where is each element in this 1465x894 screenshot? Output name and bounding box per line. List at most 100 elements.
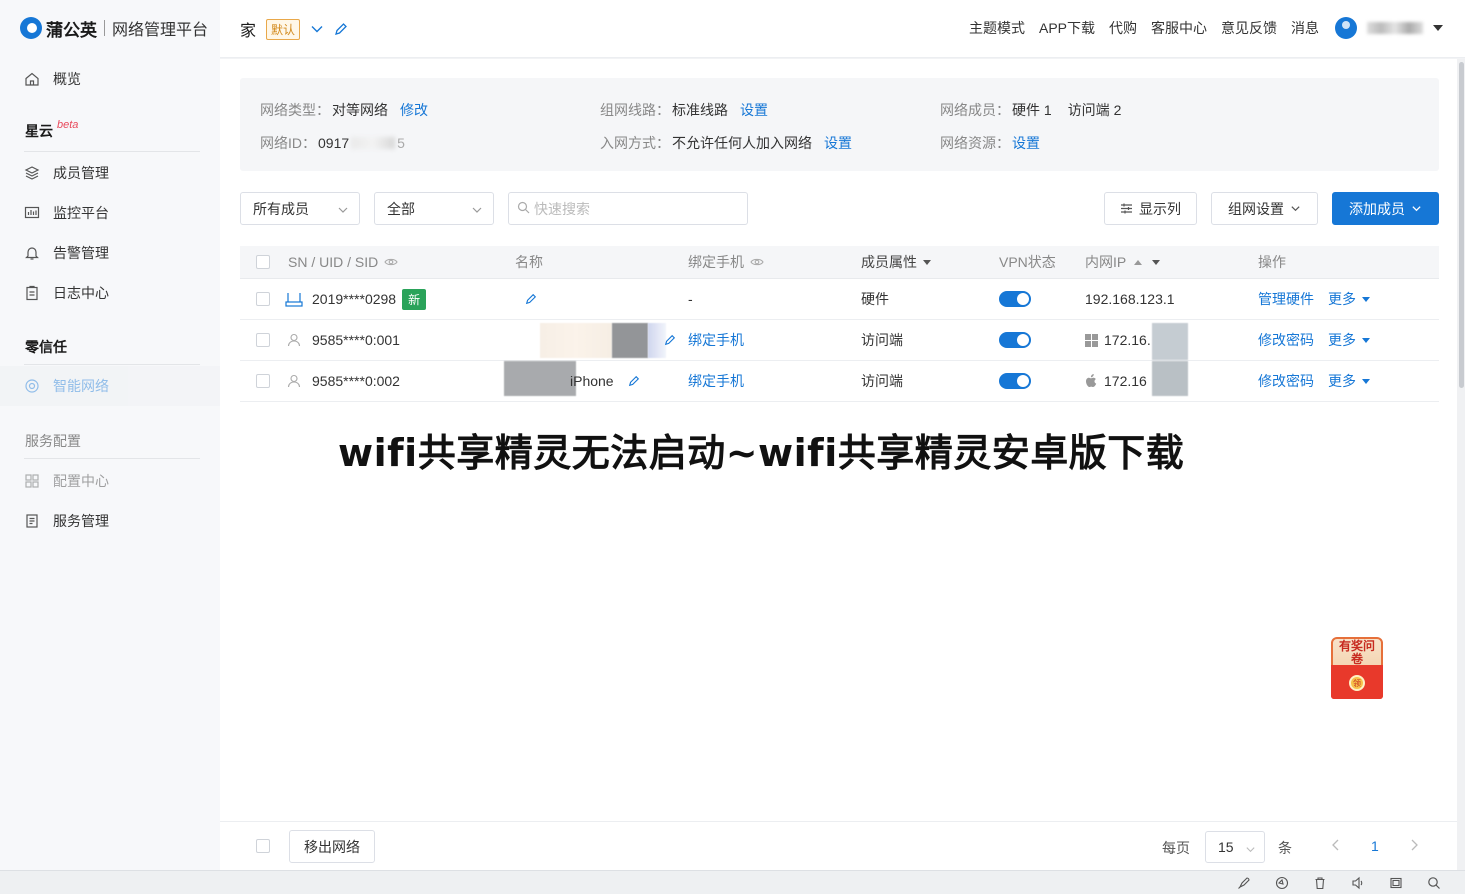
col-phone: 绑定手机	[688, 246, 764, 278]
sidebar-item-label: 配置中心	[53, 473, 109, 489]
vpn-cell	[999, 279, 1031, 319]
row-checkbox-cell	[256, 279, 270, 319]
vpn-toggle[interactable]	[999, 373, 1031, 389]
vpn-toggle[interactable]	[999, 291, 1031, 307]
button-label: 添加成员	[1349, 200, 1405, 217]
avatar[interactable]	[1335, 17, 1357, 39]
username-redacted[interactable]	[1367, 22, 1423, 34]
sidebar-item-alerts[interactable]: 告警管理	[0, 233, 220, 273]
sidebar-item-label: 智能网络	[53, 378, 109, 394]
rocket-icon[interactable]	[1237, 876, 1251, 890]
toolbar: 所有成员 全部 显示列 组网设置 添加成员	[240, 192, 1439, 225]
table-row[interactable]: 9585****0:002 iPhone 绑定手机 访问端 172.16 修改密…	[240, 361, 1439, 402]
col-attr[interactable]: 成员属性	[861, 246, 931, 278]
sidebar-item-overview[interactable]: 概览	[0, 59, 220, 99]
edit-name-icon[interactable]	[664, 320, 676, 360]
value: 对等网络	[332, 102, 388, 118]
select-all-checkbox[interactable]	[256, 255, 270, 269]
network-switcher[interactable]: 家 默认	[240, 17, 348, 41]
ip-value: 172.16	[1104, 373, 1147, 389]
row-checkbox[interactable]	[256, 333, 270, 347]
table-row[interactable]: 9585****0:001 绑定手机 访问端 172.16. 修改密码 更多	[240, 320, 1439, 361]
purchase-link[interactable]: 代购	[1109, 18, 1137, 38]
remove-from-network-button[interactable]: 移出网络	[289, 830, 375, 863]
app-download-link[interactable]: APP下载	[1039, 18, 1095, 38]
sidebar-item-logs[interactable]: 日志中心	[0, 273, 220, 313]
user-icon	[286, 320, 302, 360]
filter-caret-icon	[923, 259, 931, 265]
join-settings-link[interactable]: 设置	[824, 133, 852, 153]
route-settings-link[interactable]: 设置	[740, 100, 768, 120]
bind-phone-link[interactable]: 绑定手机	[688, 371, 744, 391]
sidebar-item-config-center[interactable]: 配置中心	[0, 461, 220, 501]
search-icon[interactable]	[1427, 876, 1441, 890]
bind-phone-link[interactable]: 绑定手机	[688, 330, 744, 350]
default-badge: 默认	[266, 18, 301, 40]
show-columns-button[interactable]: 显示列	[1104, 192, 1197, 225]
scrollbar-thumb[interactable]	[1459, 62, 1464, 388]
change-password-link[interactable]: 修改密码	[1258, 330, 1314, 350]
more-link[interactable]: 更多	[1328, 330, 1356, 350]
member-filter-select[interactable]: 所有成员	[240, 192, 360, 225]
footer-select-all	[256, 839, 270, 853]
bind-phone-cell: 绑定手机	[688, 320, 744, 360]
button-label: 移出网络	[304, 838, 360, 855]
manage-hardware-link[interactable]: 管理硬件	[1258, 289, 1314, 309]
chevron-down-icon[interactable]	[310, 22, 324, 36]
join-mode: 入网方式： 不允许任何人加入网络 设置	[600, 133, 852, 153]
support-center-link[interactable]: 客服中心	[1151, 18, 1207, 38]
more-link[interactable]: 更多	[1328, 371, 1356, 391]
section-title: 星云	[25, 123, 53, 139]
row-checkbox[interactable]	[256, 374, 270, 388]
messages-link[interactable]: 消息	[1291, 18, 1319, 38]
sidebar-item-service-management[interactable]: 服务管理	[0, 501, 220, 541]
eye-icon[interactable]	[384, 257, 398, 267]
sidebar-item-label: 告警管理	[53, 245, 109, 261]
sn-cell: 2019****0298 新	[312, 279, 427, 319]
brand[interactable]: 蒲公英 网络管理平台	[20, 16, 208, 40]
caret-down-icon[interactable]	[1433, 25, 1443, 31]
add-member-button[interactable]: 添加成员	[1332, 192, 1439, 225]
divider	[24, 364, 200, 365]
sidebar: 蒲公英 网络管理平台 概览 星云 beta 成员管理 监控平台 告警管理 日志中心…	[0, 0, 220, 870]
survey-envelope[interactable]: 有奖问卷 领	[1325, 633, 1389, 701]
feedback-link[interactable]: 意见反馈	[1221, 18, 1277, 38]
refresh-icon[interactable]	[1275, 876, 1289, 890]
window-icon[interactable]	[1389, 876, 1403, 890]
next-page-icon[interactable]	[1408, 838, 1420, 855]
edit-pencil-icon[interactable]	[334, 22, 348, 36]
footer-select-all-checkbox[interactable]	[256, 839, 270, 853]
theme-mode-link[interactable]: 主题模式	[969, 18, 1025, 38]
sidebar-item-monitor[interactable]: 监控平台	[0, 193, 220, 233]
more-link[interactable]: 更多	[1328, 289, 1356, 309]
label: 入网方式：	[600, 135, 670, 151]
chevron-down-icon	[1290, 203, 1301, 214]
network-settings-button[interactable]: 组网设置	[1211, 192, 1318, 225]
sidebar-item-members[interactable]: 成员管理	[0, 153, 220, 193]
resource-settings-link[interactable]: 设置	[1012, 133, 1040, 153]
change-password-link[interactable]: 修改密码	[1258, 371, 1314, 391]
page-number[interactable]: 1	[1371, 838, 1379, 854]
search-input[interactable]	[534, 200, 734, 217]
sidebar-item-smart-network[interactable]: 智能网络	[0, 366, 220, 406]
modify-network-type-link[interactable]: 修改	[400, 100, 428, 120]
caret-down-icon	[1362, 296, 1370, 302]
edit-name-icon[interactable]	[628, 361, 640, 401]
id-tail: 5	[397, 135, 405, 151]
eye-icon[interactable]	[750, 257, 764, 267]
trash-icon[interactable]	[1313, 876, 1327, 890]
table-row[interactable]: 2019****0298 新 - 硬件 192.168.123.1 管理硬件 更…	[240, 279, 1439, 320]
type-filter-select[interactable]: 全部	[374, 192, 494, 225]
row-checkbox[interactable]	[256, 292, 270, 306]
ip-value: 172.16.	[1104, 332, 1151, 348]
brand-name: 蒲公英	[46, 20, 97, 40]
col-ip[interactable]: 内网IP	[1085, 246, 1161, 278]
top-header: 家 默认 主题模式 APP下载 代购 客服中心 意见反馈 消息	[220, 0, 1465, 58]
per-page-unit: 条	[1278, 840, 1292, 856]
vpn-toggle[interactable]	[999, 332, 1031, 348]
prev-page-icon[interactable]	[1330, 838, 1342, 855]
search-box[interactable]	[508, 192, 748, 225]
edit-name-icon[interactable]	[525, 279, 537, 319]
page-size-select[interactable]: 15	[1205, 831, 1265, 863]
speaker-icon[interactable]	[1351, 876, 1365, 890]
